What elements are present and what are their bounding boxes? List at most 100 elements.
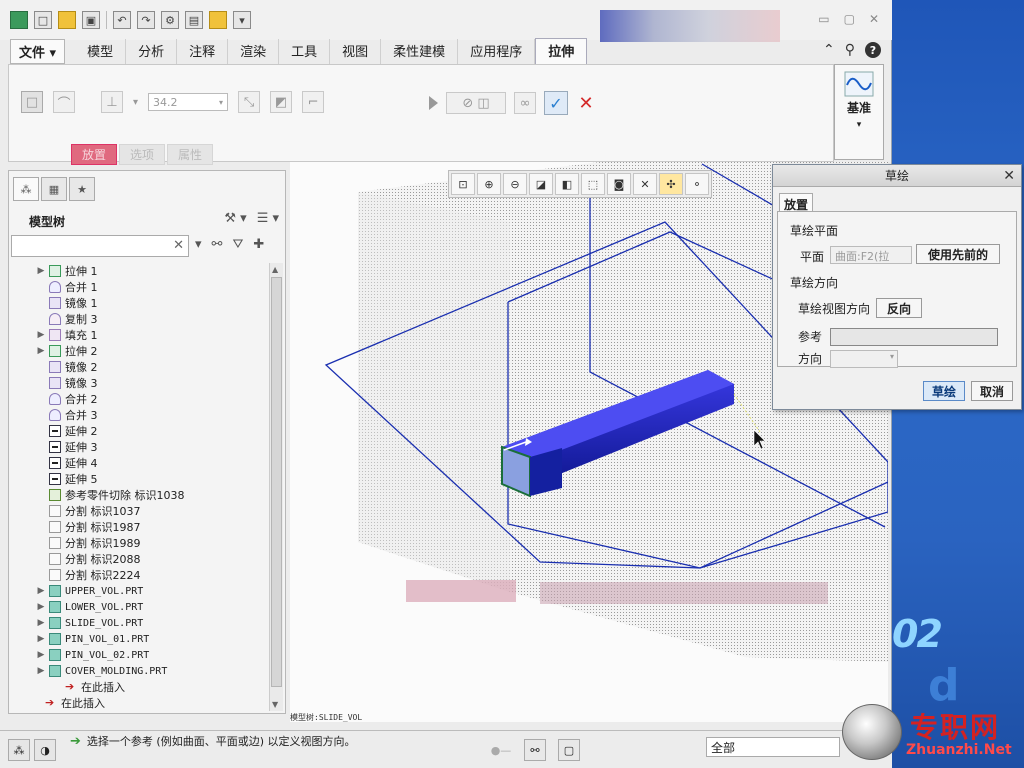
tree-row[interactable]: ▶ PIN_VOL_01.PRT xyxy=(9,631,271,647)
scroll-down-icon[interactable]: ▼ xyxy=(272,700,278,709)
close-icon[interactable]: ✕ xyxy=(869,12,879,26)
depth-value-field[interactable]: 34.2 ▾ xyxy=(148,93,229,111)
tree-row[interactable]: 分割 标识1989 xyxy=(9,535,271,551)
tree-row[interactable]: ▶ LOWER_VOL.PRT xyxy=(9,599,271,615)
customize-icon[interactable]: ▾ xyxy=(233,11,251,29)
zoom-fit-icon[interactable]: ⊡ xyxy=(451,173,475,195)
tree-row[interactable]: ▶ PIN_VOL_02.PRT xyxy=(9,647,271,663)
app-icon[interactable] xyxy=(10,11,28,29)
subtab-properties[interactable]: 属性 xyxy=(167,144,214,165)
tree-row[interactable]: 延伸 3 xyxy=(9,439,271,455)
save-icon[interactable]: ▣ xyxy=(82,11,100,29)
show-navigator-icon[interactable]: ⁂ xyxy=(8,739,30,761)
tree-row[interactable]: ▶ 拉伸 1 xyxy=(9,263,271,279)
zoom-out-icon[interactable]: ⊖ xyxy=(503,173,527,195)
tree-row[interactable]: 延伸 4 xyxy=(9,455,271,471)
scroll-up-icon[interactable]: ▲ xyxy=(272,265,278,274)
zoom-in-icon[interactable]: ⊕ xyxy=(477,173,501,195)
flip-button[interactable]: 反向 xyxy=(876,298,922,318)
collapse-ribbon-icon[interactable]: ⌃ xyxy=(823,42,835,58)
add-column-icon[interactable]: ✚ xyxy=(253,237,264,252)
repaint-icon[interactable]: ◪ xyxy=(529,173,553,195)
tree-row[interactable]: 合并 2 xyxy=(9,391,271,407)
search-dropdown-icon[interactable]: ▾ xyxy=(195,237,202,252)
annotation-icon[interactable]: ⚬ xyxy=(685,173,709,195)
shading-icon[interactable]: ◧ xyxy=(555,173,579,195)
expand-arrow-icon[interactable]: ▶ xyxy=(37,602,45,612)
undo-icon[interactable]: ↶ xyxy=(113,11,131,29)
spin-center-icon[interactable]: ✣ xyxy=(659,173,683,195)
ok-checkmark-button[interactable]: ✓ xyxy=(544,91,568,115)
tree-row[interactable]: ➔ 在此插入 xyxy=(9,679,271,695)
tab-render[interactable]: 渲染 xyxy=(228,39,280,64)
tree-row[interactable]: ➔ 在此插入 xyxy=(9,695,271,711)
tab-flexible-modeling[interactable]: 柔性建模 xyxy=(381,39,459,64)
expand-arrow-icon[interactable]: ▶ xyxy=(37,266,45,276)
use-previous-button[interactable]: 使用先前的 xyxy=(916,244,1000,264)
tab-extrude[interactable]: 拉伸 xyxy=(535,38,588,64)
find-icon[interactable]: ⚯ xyxy=(524,739,546,761)
expand-arrow-icon[interactable]: ▶ xyxy=(37,586,45,596)
expand-arrow-icon[interactable]: ▶ xyxy=(37,666,45,676)
tab-model[interactable]: 模型 xyxy=(75,39,127,64)
folder-icon[interactable] xyxy=(209,11,227,29)
dialog-cancel-button[interactable]: 取消 xyxy=(971,381,1014,401)
tree-row[interactable]: 分割 标识2088 xyxy=(9,551,271,567)
preview-options-icon[interactable]: ⊘ ◫ xyxy=(446,92,506,114)
tree-columns-icon[interactable]: ☰ ▾ xyxy=(257,211,279,226)
tree-row[interactable]: 延伸 5 xyxy=(9,471,271,487)
minimize-icon[interactable]: ▭ xyxy=(818,12,829,26)
direction-dropdown[interactable]: ▾ xyxy=(830,350,898,368)
tree-row[interactable]: 合并 1 xyxy=(9,279,271,295)
depth-dropdown-icon[interactable]: ▾ xyxy=(133,97,138,108)
datum-button[interactable]: 基准 ▾ xyxy=(834,64,884,160)
reference-field[interactable] xyxy=(830,328,998,346)
tab-view[interactable]: 视图 xyxy=(330,39,382,64)
selection-box-icon[interactable]: ▢ xyxy=(558,739,580,761)
open-icon[interactable] xyxy=(58,11,76,29)
find-binoculars-icon[interactable]: ⚯ xyxy=(212,237,223,252)
dialog-close-icon[interactable]: ✕ xyxy=(1003,165,1015,187)
plane-field[interactable]: 曲面:F2(拉 xyxy=(830,246,912,264)
tree-row[interactable]: ▶ 拉伸 2 xyxy=(9,343,271,359)
folder-browser-tab-icon[interactable]: ▦ xyxy=(41,177,67,201)
sketch-button[interactable]: 草绘 xyxy=(923,381,966,401)
maximize-icon[interactable]: ▢ xyxy=(844,12,855,26)
tree-row[interactable]: 分割 标识1037 xyxy=(9,503,271,519)
show-browser-icon[interactable]: ◑ xyxy=(34,739,56,761)
tree-row[interactable]: ▶ SLIDE_VOL.PRT xyxy=(9,615,271,631)
subtab-placement[interactable]: 放置 xyxy=(71,144,118,165)
pause-resume-icon[interactable] xyxy=(429,96,438,110)
tab-analysis[interactable]: 分析 xyxy=(126,39,178,64)
tree-row[interactable]: 分割 标识1987 xyxy=(9,519,271,535)
tab-annotate[interactable]: 注释 xyxy=(177,39,229,64)
expand-arrow-icon[interactable]: ▶ xyxy=(37,650,45,660)
tab-tools[interactable]: 工具 xyxy=(279,39,331,64)
depth-option-icon[interactable]: ⊥ xyxy=(101,91,123,113)
regenerate-icon[interactable]: ⚙ xyxy=(161,11,179,29)
expand-arrow-icon[interactable]: ▶ xyxy=(37,346,45,356)
cancel-x-button[interactable]: ✕ xyxy=(576,93,596,114)
subtab-options[interactable]: 选项 xyxy=(119,144,166,165)
tree-row[interactable]: 镜像 2 xyxy=(9,359,271,375)
tab-file[interactable]: 文件 ▾ xyxy=(10,39,66,64)
flip-direction-icon[interactable]: ⤡ xyxy=(238,91,261,113)
clear-search-icon[interactable]: ✕ xyxy=(173,238,184,253)
selection-filter-dropdown[interactable]: 全部 xyxy=(706,737,840,757)
dialog-titlebar[interactable]: 草绘 ✕ xyxy=(773,165,1021,187)
help-icon[interactable]: ? xyxy=(865,42,881,58)
tree-row[interactable]: ▶ UPPER_VOL.PRT xyxy=(9,583,271,599)
tab-applications[interactable]: 应用程序 xyxy=(458,39,536,64)
tree-row[interactable]: 镜像 1 xyxy=(9,295,271,311)
tree-row[interactable]: 延伸 2 xyxy=(9,423,271,439)
windows-icon[interactable]: ▤ xyxy=(185,11,203,29)
tree-row[interactable]: 合并 3 xyxy=(9,407,271,423)
tree-row[interactable]: ▶ COVER_MOLDING.PRT xyxy=(9,663,271,679)
solid-icon[interactable]: □ xyxy=(21,91,43,113)
thicken-icon[interactable]: ⌐ xyxy=(302,91,325,113)
redo-icon[interactable]: ↷ xyxy=(137,11,155,29)
datum-display-icon[interactable]: ✕ xyxy=(633,173,657,195)
search-icon[interactable]: ⚲ xyxy=(845,42,855,58)
model-tree-search-input[interactable]: ✕ xyxy=(11,235,189,257)
saved-orient-icon[interactable]: ◙ xyxy=(607,173,631,195)
